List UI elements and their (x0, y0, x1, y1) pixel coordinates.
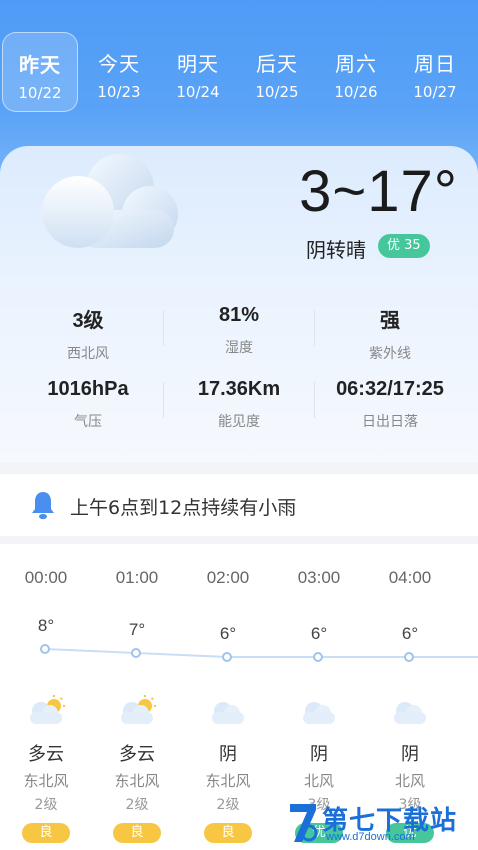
cloud-icon (42, 154, 178, 248)
stat-humidity: 81% 湿度 (164, 304, 314, 357)
tab-day-label: 昨天 (19, 53, 61, 77)
hourly-wind-direction: 北风 (394, 772, 425, 790)
tab-day-label: 周日 (414, 52, 456, 76)
tab-tomorrow[interactable]: 明天 10/24 (160, 32, 236, 112)
section-separator (0, 536, 478, 544)
tab-sunday[interactable]: 周日 10/27 (397, 32, 473, 112)
weather-condition: 阴转晴 (306, 238, 366, 262)
tab-yesterday[interactable]: 昨天 10/22 (2, 32, 78, 112)
watermark-icon (290, 804, 318, 842)
hourly-wind-level: 2级 (216, 797, 240, 813)
tab-day-label: 周六 (335, 52, 377, 76)
divider (163, 382, 164, 418)
hourly-time: 02:00 (206, 568, 250, 587)
tab-saturday[interactable]: 周六 10/26 (318, 32, 394, 112)
bell-icon (32, 492, 54, 520)
stat-value: 81% (218, 304, 260, 326)
stat-label: 西北风 (67, 346, 109, 362)
day-tabs: 昨天 10/22 今天 10/23 明天 10/24 后天 10/25 周六 1… (0, 32, 478, 112)
temperature-range: 3~17° (299, 159, 458, 224)
hourly-wind-direction: 东北风 (114, 772, 160, 790)
watermark-logo: 第七下载站 www.d7down.com (282, 798, 478, 850)
tab-date-label: 10/25 (255, 83, 299, 101)
section-separator (0, 462, 478, 474)
hourly-item[interactable]: 00:00 8° 多云东北风 2级良 (0, 544, 92, 850)
stat-value: 17.36Km (197, 378, 281, 400)
cloud-icon (303, 702, 335, 724)
tab-date-label: 10/24 (176, 83, 220, 101)
stat-pressure: 1016hPa 气压 (13, 378, 163, 431)
stat-label: 日出日落 (362, 414, 418, 430)
tab-date-label: 10/22 (18, 84, 62, 102)
partly-cloudy-icon (30, 695, 65, 724)
hourly-time: 04:00 (388, 568, 432, 587)
hourly-aqi-badge: 良 (113, 823, 161, 843)
hourly-wind-direction: 东北风 (23, 772, 69, 790)
hourly-condition: 阴 (401, 744, 419, 765)
stat-sunrise-sunset: 06:32/17:25 日出日落 (315, 378, 465, 431)
divider (314, 310, 315, 346)
hourly-condition: 阴 (219, 744, 237, 765)
divider (163, 310, 164, 346)
hourly-wind-direction: 北风 (303, 772, 334, 790)
hourly-item[interactable]: 02:00 6° 阴东北风 2级良 (182, 544, 274, 850)
hourly-temp: 7° (128, 620, 146, 639)
stat-label: 气压 (74, 414, 102, 430)
watermark-url: www.d7down.com (326, 831, 415, 843)
weather-alert[interactable]: 上午6点到12点持续有小雨 (0, 474, 478, 536)
tab-today[interactable]: 今天 10/23 (81, 32, 157, 112)
hourly-temp: 8° (37, 616, 55, 635)
hourly-aqi-badge: 良 (22, 823, 70, 843)
hourly-wind-level: 2级 (34, 797, 58, 813)
tab-date-label: 10/27 (413, 83, 457, 101)
hourly-temp: 6° (401, 624, 419, 643)
hourly-wind-level: 2级 (125, 797, 149, 813)
stat-value: 3级 (72, 310, 104, 332)
stat-value: 1016hPa (47, 378, 129, 400)
tab-day-label: 后天 (256, 52, 298, 76)
hourly-condition: 阴 (310, 744, 328, 765)
cloud-icon (212, 702, 244, 724)
alert-text: 上午6点到12点持续有小雨 (70, 497, 297, 519)
stat-label: 能见度 (218, 414, 260, 430)
partly-cloudy-icon (121, 695, 156, 724)
stat-uv: 强 紫外线 (315, 304, 465, 363)
hourly-temp: 6° (310, 624, 328, 643)
divider (314, 382, 315, 418)
tab-date-label: 10/23 (97, 83, 141, 101)
aqi-badge[interactable]: 优 35 (378, 234, 430, 258)
tab-day-label: 今天 (98, 52, 140, 76)
stat-wind: 3级 西北风 (13, 304, 163, 363)
stat-value: 06:32/17:25 (336, 378, 444, 400)
hourly-condition: 多云 (119, 744, 155, 765)
hourly-temp: 6° (219, 624, 237, 643)
hourly-aqi-badge: 良 (204, 823, 252, 843)
tab-day-after-tomorrow[interactable]: 后天 10/25 (239, 32, 315, 112)
hourly-time: 03:00 (297, 568, 341, 587)
cloud-icon (394, 702, 426, 724)
hourly-time: 01:00 (115, 568, 159, 587)
tab-date-label: 10/26 (334, 83, 378, 101)
tab-day-label: 明天 (177, 52, 219, 76)
hourly-time: 00:00 (24, 568, 68, 587)
stat-label: 湿度 (225, 340, 253, 356)
stat-visibility: 17.36Km 能见度 (164, 378, 314, 431)
stat-label: 紫外线 (369, 346, 411, 362)
stat-value: 强 (380, 310, 400, 332)
hourly-item[interactable]: 01:00 7° 多云东北风 2级良 (91, 544, 183, 850)
hourly-wind-direction: 东北风 (205, 772, 251, 790)
hourly-condition: 多云 (28, 744, 64, 765)
